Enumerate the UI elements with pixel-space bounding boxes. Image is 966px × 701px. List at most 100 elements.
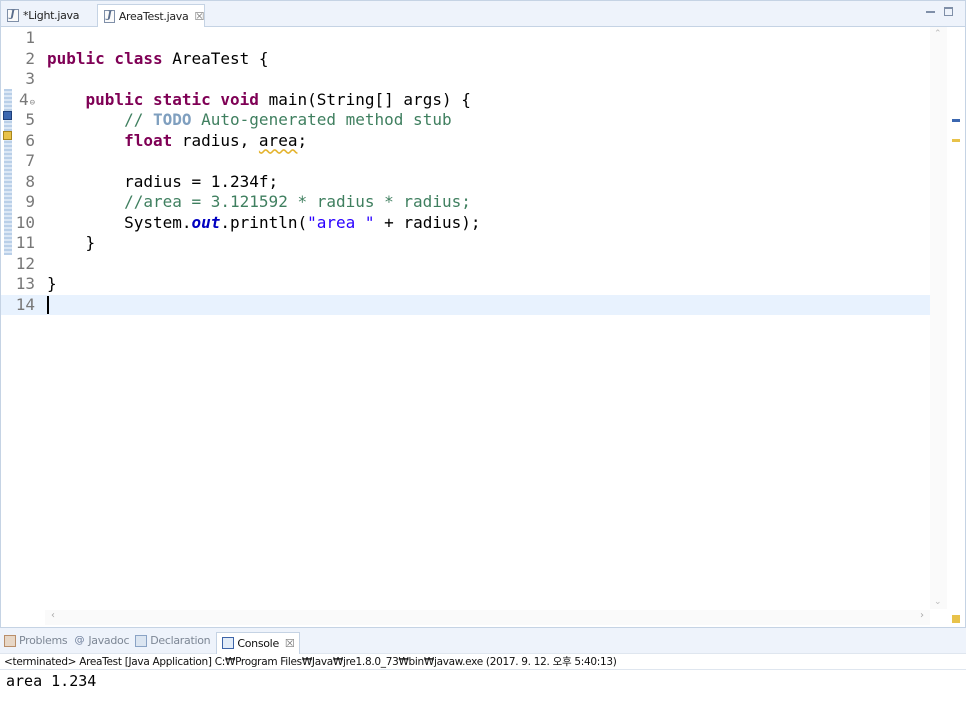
code-line-3: 3 <box>1 69 931 90</box>
code-line-4: 4 public static void main(String[] args)… <box>1 90 931 111</box>
keyword: float <box>124 130 182 150</box>
line-number-fold[interactable]: 4 <box>1 90 35 111</box>
tab-javadoc-label: Javadoc <box>88 634 130 647</box>
code-text: public class AreaTest { <box>35 49 931 70</box>
line-number: 5 <box>25 110 35 129</box>
class-name: AreaTest { <box>172 48 269 68</box>
keyword: public class <box>47 48 173 68</box>
line-number: 12 <box>15 253 35 273</box>
code-text: //area = 3.121592 * radius * radius; <box>35 192 931 213</box>
closing-brace: } <box>85 233 96 252</box>
code-text: } <box>35 233 931 254</box>
code-line-5: 5 // TODO Auto-generated method stub <box>1 110 931 131</box>
maximize-icon[interactable] <box>944 7 953 16</box>
system-class: System. <box>124 212 192 232</box>
declaration-icon <box>135 634 148 647</box>
code-text <box>35 295 931 316</box>
comment: //area = 3.121592 * radius * radius; <box>124 192 471 211</box>
console-panel: Problems @ Javadoc Declaration Console ☒… <box>0 627 966 701</box>
scroll-up-icon[interactable]: ⌃ <box>934 29 942 39</box>
expression: + radius); <box>374 212 481 232</box>
line-number: 3 <box>25 69 35 88</box>
code-text: public static void main(String[] args) { <box>35 90 931 111</box>
line-number: 8 <box>25 171 35 191</box>
tab-light-java[interactable]: *Light.java <box>5 4 93 27</box>
tab-declaration-label: Declaration <box>150 634 211 647</box>
code-line-1: 1 <box>1 28 931 49</box>
method-signature: main(String[] args) { <box>268 89 471 109</box>
code-line-2: 2 public class AreaTest { <box>1 49 931 70</box>
code-line-11: 11 } <box>1 233 931 254</box>
java-file-icon <box>104 9 115 23</box>
line-number: 7 <box>25 151 35 170</box>
tab-areatest-java-label: AreaTest.java <box>118 9 189 23</box>
code-text: // TODO Auto-generated method stub <box>35 110 931 131</box>
tab-console[interactable]: Console ☒ <box>216 631 301 654</box>
code-text: radius = 1.234f; <box>35 172 931 193</box>
tab-declaration[interactable]: Declaration <box>135 634 211 647</box>
keyword: public static void <box>85 89 269 109</box>
java-file-icon <box>7 9 19 22</box>
close-tab-icon[interactable]: ☒ <box>285 637 295 650</box>
tab-areatest-java[interactable]: AreaTest.java ☒ <box>97 4 205 27</box>
close-tab-icon[interactable]: ☒ <box>194 10 204 23</box>
code-lines: 1 2 public class AreaTest { 3 4 public s… <box>1 28 931 315</box>
code-line-8: 8 radius = 1.234f; <box>1 172 931 193</box>
string-literal: "area " <box>307 212 375 232</box>
code-line-14-current: 14 <box>1 294 931 316</box>
javadoc-icon: @ <box>74 634 85 646</box>
overview-ruler[interactable] <box>949 27 963 627</box>
tab-problems[interactable]: Problems <box>4 634 68 647</box>
code-line-9: 9 //area = 3.121592 * radius * radius; <box>1 192 931 213</box>
tab-javadoc[interactable]: @ Javadoc <box>73 634 129 647</box>
text-cursor <box>47 296 49 314</box>
line-number: 14 <box>15 294 35 314</box>
line-number: 9 <box>25 192 35 211</box>
method-call: .println( <box>220 212 308 232</box>
editor-tab-bar: *Light.java AreaTest.java ☒ <box>0 0 966 27</box>
code-text: } <box>35 274 931 295</box>
code-text: System.out.println("area " + radius); <box>35 213 931 234</box>
tab-light-java-label: *Light.java <box>23 9 80 22</box>
line-number: 2 <box>25 48 35 68</box>
minimize-icon[interactable] <box>926 8 935 13</box>
vertical-scrollbar[interactable]: ⌃ ⌄ <box>930 27 947 609</box>
scroll-right-icon[interactable]: › <box>920 610 924 621</box>
code-line-10: 10 System.out.println("area " + radius); <box>1 213 931 234</box>
line-number: 11 <box>15 233 35 252</box>
variables: radius, <box>181 130 259 150</box>
static-field: out <box>191 212 221 232</box>
console-output[interactable]: area 1.234 <box>0 670 966 694</box>
ruler-warning-marker[interactable] <box>952 139 960 142</box>
code-line-6: 6 float radius, area; <box>1 131 931 152</box>
scroll-down-icon[interactable]: ⌄ <box>934 597 942 607</box>
line-number: 10 <box>15 212 35 232</box>
code-text: float radius, area; <box>35 131 931 152</box>
problems-icon <box>4 634 16 647</box>
tab-problems-label: Problems <box>19 634 68 647</box>
panel-tab-bar: Problems @ Javadoc Declaration Console ☒ <box>0 628 966 654</box>
tab-console-label: Console <box>237 636 279 650</box>
comment: // <box>124 110 153 129</box>
unused-variable-warning[interactable]: area <box>259 131 298 150</box>
code-line-13: 13 } <box>1 274 931 295</box>
comment: Auto-generated method stub <box>191 110 452 129</box>
todo-tag: TODO <box>152 110 192 129</box>
statement: radius = 1.234f; <box>124 171 279 191</box>
line-number: 1 <box>25 28 35 47</box>
closing-brace: } <box>47 274 57 293</box>
horizontal-scrollbar[interactable]: ‹ › <box>45 610 930 625</box>
editor-window-controls <box>926 7 953 16</box>
code-editor[interactable]: 1 2 public class AreaTest { 3 4 public s… <box>0 27 966 627</box>
code-line-12: 12 <box>1 254 931 275</box>
console-icon <box>222 637 235 649</box>
ruler-warning-summary-icon[interactable] <box>952 615 960 623</box>
scroll-left-icon[interactable]: ‹ <box>51 610 55 621</box>
ruler-task-marker[interactable] <box>952 119 960 122</box>
line-number: 6 <box>25 130 35 150</box>
semicolon: ; <box>297 130 308 150</box>
